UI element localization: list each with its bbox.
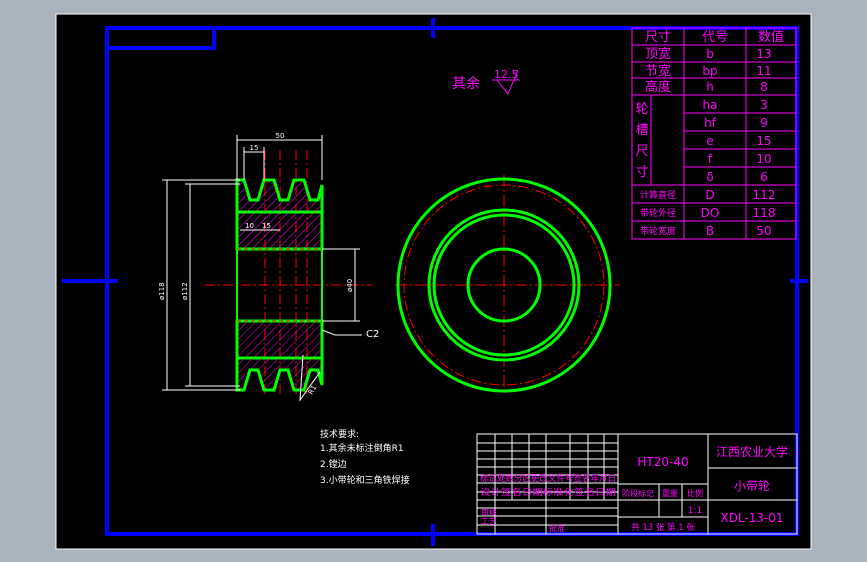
hub-lower bbox=[235, 319, 324, 360]
tb-drawing-no: XDL-13-01 bbox=[720, 511, 783, 525]
tech-note-item: 3.小带轮和三角铁焊接 bbox=[320, 474, 410, 486]
row-value: 9 bbox=[760, 116, 768, 130]
dim-bore: ø40 bbox=[346, 279, 354, 292]
row-code: DO bbox=[701, 206, 720, 220]
row-value: 11 bbox=[756, 64, 771, 78]
row-value: 10 bbox=[756, 152, 771, 166]
tech-notes-title: 技术要求: bbox=[320, 428, 359, 440]
roughness-value: 12.5 bbox=[494, 68, 519, 81]
header-name: 尺寸 bbox=[645, 30, 671, 45]
row-value: 8 bbox=[760, 80, 768, 94]
row-name: 顶宽 bbox=[645, 46, 671, 62]
row-value: 112 bbox=[753, 188, 776, 202]
row-value: 6 bbox=[760, 170, 768, 184]
row-code: b bbox=[706, 47, 714, 61]
row-code: B bbox=[706, 224, 714, 238]
row-name: 节宽 bbox=[645, 63, 671, 79]
group-label-char: 轮 bbox=[635, 102, 648, 117]
tb-row-design: 设计签名日期标准化签名日期 bbox=[480, 487, 616, 498]
header-value: 数值 bbox=[758, 29, 784, 45]
row-value: 13 bbox=[756, 47, 771, 61]
tb-weight: 重量 bbox=[662, 488, 678, 498]
roughness-label: 其余 bbox=[452, 75, 480, 92]
tb-stage-mark: 阶段标记 bbox=[622, 488, 654, 498]
tech-note-item: 1.其余未标注倒角R1 bbox=[320, 442, 404, 454]
row-name: 计算直径 bbox=[640, 189, 676, 201]
tb-review: 审核 bbox=[481, 507, 497, 517]
dim-right: 15 bbox=[262, 222, 271, 230]
row-code: e bbox=[706, 134, 713, 148]
row-name: 带轮外径 bbox=[640, 207, 676, 219]
row-code: bp bbox=[702, 64, 717, 78]
row-code: h bbox=[706, 80, 714, 94]
row-name: 带轮宽度 bbox=[640, 225, 676, 237]
row-value: 50 bbox=[756, 224, 771, 238]
row-code: D bbox=[705, 188, 714, 202]
group-label-char: 寸 bbox=[635, 165, 648, 180]
row-value: 118 bbox=[753, 206, 776, 220]
tb-scale: 1:1 bbox=[688, 506, 702, 516]
tb-approve: 批准 bbox=[549, 523, 565, 533]
tb-material: HT20-40 bbox=[637, 455, 688, 469]
tb-scale-label: 比例 bbox=[687, 488, 703, 498]
tb-row-marks: 标记处数分区更改文件号签名年月日 bbox=[480, 473, 616, 484]
tb-sheets: 共 13 张 第 1 张 bbox=[631, 522, 695, 533]
tech-note-item: 2.镗边 bbox=[320, 458, 347, 470]
row-value: 15 bbox=[756, 134, 771, 148]
dim-groove-pitch: 15 bbox=[250, 144, 259, 152]
group-label-char: 槽 bbox=[635, 123, 648, 138]
row-value: 3 bbox=[760, 98, 768, 112]
row-name: 高度 bbox=[645, 79, 671, 95]
cad-drawing: 尺寸 代号 数值 顶宽 节宽 高度 轮 槽 尺 寸 计算直径 带轮外径 带轮宽度… bbox=[55, 13, 812, 550]
tb-part-name: 小带轮 bbox=[734, 479, 770, 493]
row-code: δ bbox=[706, 170, 713, 184]
dim-pitch-dia: ø112 bbox=[181, 282, 189, 300]
group-label-char: 尺 bbox=[635, 144, 648, 159]
row-code: hf bbox=[704, 116, 717, 130]
dim-overall-width: 50 bbox=[276, 132, 285, 140]
dim-chamfer: C2 bbox=[366, 329, 379, 340]
tb-process: 工艺 bbox=[481, 517, 497, 526]
dim-outer-dia: ø118 bbox=[158, 282, 166, 300]
dim-left: 10 bbox=[245, 222, 254, 230]
tb-school: 江西农业大学 bbox=[716, 444, 788, 459]
row-code: ha bbox=[703, 98, 718, 112]
header-code: 代号 bbox=[702, 30, 728, 45]
